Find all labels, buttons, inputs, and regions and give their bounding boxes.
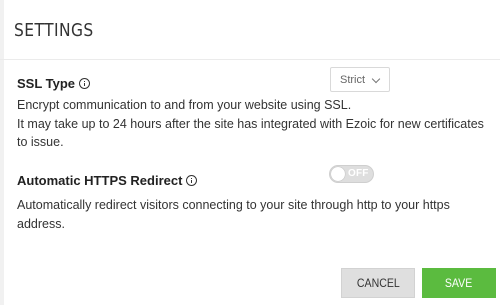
ssl-type-select[interactable]: Strict [330,67,390,92]
ssl-type-label: SSL Type [17,76,91,91]
ssl-description: Encrypt communication to and from your w… [17,96,487,152]
save-button-label: SAVE [445,276,473,290]
chevron-down-icon [371,74,381,84]
https-redirect-description: Automatically redirect visitors connecti… [17,198,450,231]
https-redirect-label: Automatic HTTPS Redirect [17,173,198,188]
https-redirect-toggle[interactable]: OFF [329,165,374,183]
dialog-edge [0,0,4,305]
title-divider [0,59,500,60]
save-button[interactable]: SAVE [422,268,496,298]
ssl-type-select-value: Strict [340,73,366,86]
info-icon[interactable] [79,78,91,89]
toggle-state-text: OFF [348,168,369,179]
info-icon[interactable] [186,175,198,186]
settings-dialog: SETTINGS SSL Type Strict Encrypt communi… [0,0,500,305]
toggle-knob [331,167,345,181]
dialog-title: SETTINGS [14,20,94,41]
cancel-button-label: CANCEL [356,276,400,290]
cancel-button[interactable]: CANCEL [341,268,415,298]
https-redirect-label-text: Automatic HTTPS Redirect [17,173,183,188]
ssl-description-line1: Encrypt communication to and from your w… [17,98,352,112]
ssl-type-label-text: SSL Type [17,76,76,91]
ssl-description-line2: It may take up to 24 hours after the sit… [17,116,484,150]
